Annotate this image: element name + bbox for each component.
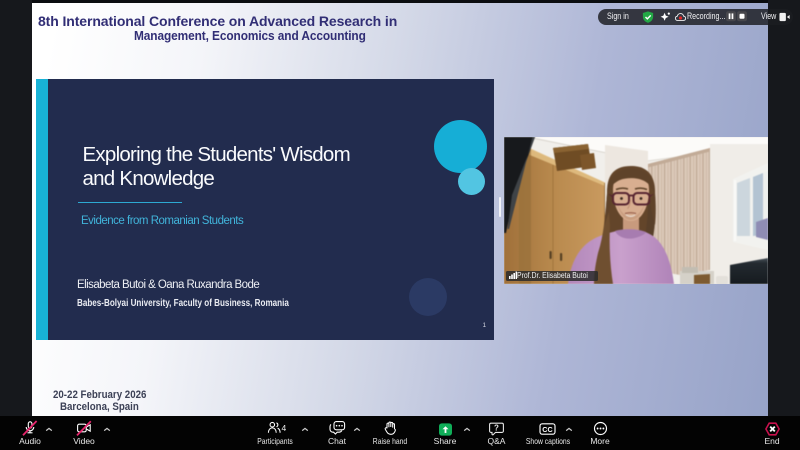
svg-text:CC: CC: [542, 425, 552, 434]
svg-text:?: ?: [494, 423, 499, 432]
